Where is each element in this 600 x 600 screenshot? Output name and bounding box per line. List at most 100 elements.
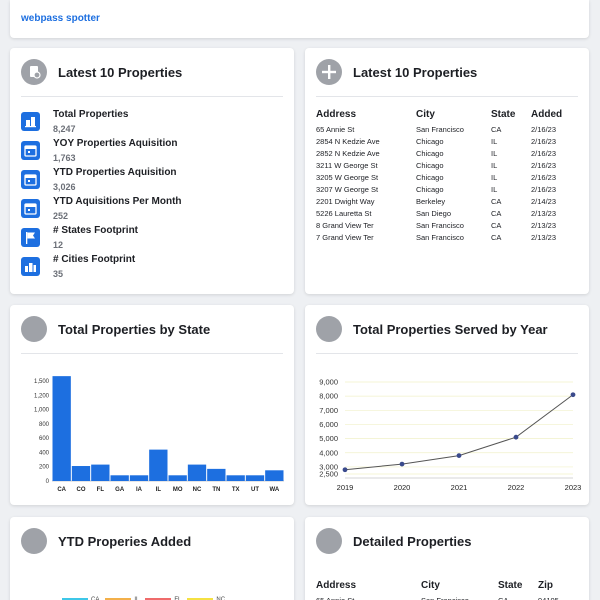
table-row[interactable]: 7 Grand View Ter San Francisco CA 2/13/23 [316, 231, 578, 243]
stat-value: 8,247 [53, 124, 76, 134]
data-point [570, 392, 576, 398]
y-tick-label: 1,000 [34, 408, 50, 414]
x-tick-label: 2020 [394, 483, 411, 492]
column-header[interactable]: State [491, 107, 531, 123]
table-row[interactable]: 65 Annie St San Francisco CA 94105 [316, 594, 578, 600]
table-cell: San Francisco [416, 124, 464, 134]
y-tick-label: 8,000 [319, 392, 338, 401]
data-point [399, 461, 405, 467]
table-cell: IL [491, 136, 498, 146]
column-header[interactable]: City [416, 107, 491, 123]
table-cell: IL [491, 160, 498, 170]
bar-chart: 0 200 400 600 800 1,000 1,200 1,500 CA CO FL GA IA IL… [34, 376, 284, 493]
table-cell: CA [498, 595, 509, 600]
table-cell: IL [491, 184, 498, 194]
column-header[interactable]: Zip [538, 578, 578, 594]
table-cell: 65 Annie St [316, 595, 355, 600]
chart-icon [21, 316, 47, 342]
table-row[interactable]: 3207 W George St Chicago IL 2/16/23 [316, 183, 578, 195]
card-title: Total Properties by State [58, 322, 211, 337]
table-row[interactable]: 5226 Lauretta St San Diego CA 2/13/23 [316, 207, 578, 219]
table-cell: 2/13/23 [531, 232, 557, 242]
table-cell: 94105 [538, 595, 559, 600]
stat-item: # States Footprint 12 [21, 225, 281, 254]
table-cell: 2/13/23 [531, 208, 557, 218]
x-tick-label: 2022 [508, 483, 525, 492]
table-cell: 5226 Lauretta St [316, 208, 372, 218]
stat-item: YTD Aquisitions Per Month 252 [21, 196, 281, 225]
table-row[interactable]: 3211 W George St Chicago IL 2/16/23 [316, 159, 578, 171]
card-header: Latest 10 Properties [21, 59, 283, 97]
calendar-icon [21, 141, 40, 160]
table-cell: Chicago [416, 148, 444, 158]
table-cell: CA [491, 124, 502, 134]
table-cell: Chicago [416, 160, 444, 170]
table-row[interactable]: 2852 N Kedzie Ave Chicago IL 2/16/23 [316, 147, 578, 159]
stat-value: 1,763 [53, 153, 76, 163]
x-tick-label: 2019 [337, 483, 354, 492]
x-tick-label: GA [115, 487, 125, 493]
column-header[interactable]: Added [531, 107, 578, 123]
ytd-properties-added-card: YTD Properies Added CA IL FL NC [10, 517, 294, 600]
table-cell: CA [491, 208, 502, 218]
x-tick-label: IA [136, 487, 143, 493]
y-tick-label: 9,000 [319, 378, 338, 387]
bar [149, 449, 168, 481]
y-tick-label: 6,000 [319, 420, 338, 429]
table-cell: 2/16/23 [531, 136, 557, 146]
chart-icon [316, 316, 342, 342]
bar [168, 475, 187, 481]
series-line [344, 394, 574, 471]
x-tick-label: CA [57, 487, 66, 493]
x-tick-label: 2023 [565, 483, 582, 492]
add-icon[interactable] [316, 59, 342, 85]
column-header[interactable]: Address [316, 107, 416, 123]
stat-item: # Cities Footprint 35 [21, 254, 281, 283]
detailed-properties-card: Detailed Properties Address City State Zip … [305, 517, 589, 600]
bar [129, 475, 149, 481]
column-header[interactable]: State [498, 578, 538, 594]
column-header[interactable]: City [421, 578, 498, 594]
stat-label: YTD Aquisitions Per Month [53, 196, 182, 207]
stat-label: YOY Properties Aquisition [53, 138, 178, 149]
stat-value: 12 [53, 240, 64, 250]
table-cell: San Francisco [416, 220, 464, 230]
x-tick-label: TX [232, 487, 240, 493]
table-row[interactable]: 65 Annie St San Francisco CA 2/16/23 [316, 123, 578, 135]
x-tick-label: 2021 [451, 483, 468, 492]
y-tick-label: 600 [39, 436, 50, 442]
table-cell: 2/14/23 [531, 196, 557, 206]
table-row[interactable]: 3205 W George St Chicago IL 2/16/23 [316, 171, 578, 183]
table-row[interactable]: 2201 Dwight Way Berkeley CA 2/14/23 [316, 195, 578, 207]
brand-logo[interactable]: webpass spotter [21, 13, 100, 24]
bar [71, 466, 91, 481]
stat-value: 252 [53, 211, 69, 221]
y-tick-label: 5,000 [319, 434, 338, 443]
table-cell: 2/16/23 [531, 184, 557, 194]
y-tick-label: 400 [39, 450, 50, 456]
bar [110, 475, 129, 481]
chart-icon [21, 528, 47, 554]
city-icon [21, 257, 40, 276]
table-cell: 3211 W George St [316, 160, 378, 170]
card-title: Latest 10 Properties [353, 65, 478, 80]
x-tick-label: WA [269, 487, 279, 493]
table-row[interactable]: 8 Grand View Ter San Francisco CA 2/13/23 [316, 219, 578, 231]
calendar-icon [21, 199, 40, 218]
column-header[interactable]: Address [316, 578, 421, 594]
table-row[interactable]: 2854 N Kedzie Ave Chicago IL 2/16/23 [316, 135, 578, 147]
properties-by-state-card: Total Properties by State 0 200 400 600 800 1… [10, 305, 294, 505]
bar [207, 468, 226, 481]
x-tick-label: CO [77, 487, 86, 493]
table-cell: Chicago [416, 136, 444, 146]
latest-properties-table: Address City State Added 65 Annie St San Fra… [316, 107, 578, 243]
table-cell: 2/16/23 [531, 160, 557, 170]
x-tick-label: TN [212, 487, 220, 493]
buildings-icon [21, 112, 40, 131]
stat-item: YOY Properties Aquisition 1,763 [21, 138, 281, 167]
table-cell: San Francisco [416, 232, 464, 242]
card-title: Detailed Properties [353, 534, 472, 549]
y-tick-label: 3,000 [319, 462, 338, 471]
table-cell: 3207 W George St [316, 184, 379, 194]
table-cell: San Diego [416, 208, 452, 218]
